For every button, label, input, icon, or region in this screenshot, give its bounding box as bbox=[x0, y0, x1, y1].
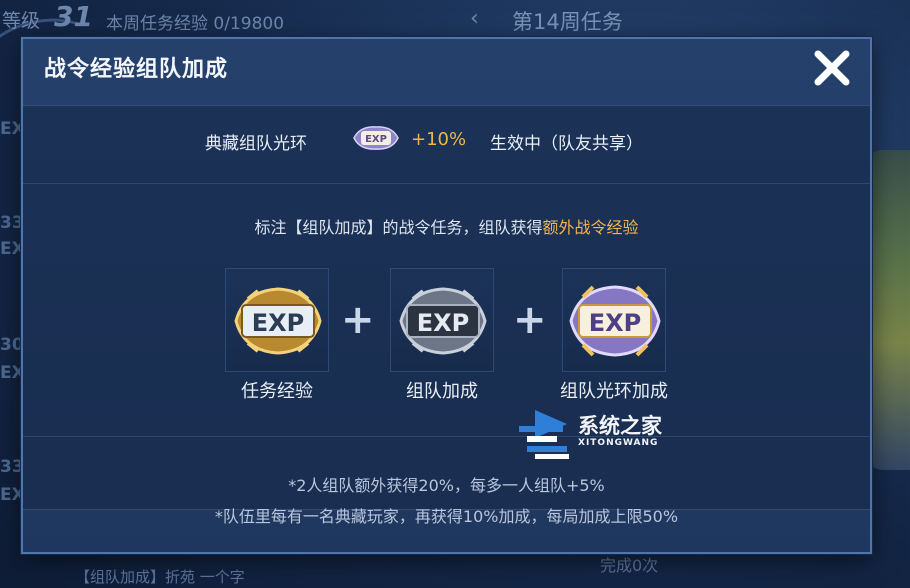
dialog-title: 战令经验组队加成 bbox=[44, 57, 229, 82]
background-level-label: 等级 bbox=[2, 10, 41, 32]
background-top-bar: 等级 31 本周任务经验 0/19800 ‹ 第14周任务 bbox=[0, 0, 910, 40]
background-weekly-exp: 本周任务经验 0/19800 bbox=[106, 14, 285, 34]
aura-bonus-percent: +10% bbox=[411, 129, 467, 150]
bonus-description: 标注【组队加成】的战令任务，组队获得额外战令经验 bbox=[23, 214, 870, 238]
legendary-exp-badge-icon: EXP bbox=[353, 126, 399, 150]
background-side-item: EX bbox=[0, 239, 25, 259]
close-button[interactable] bbox=[809, 45, 855, 91]
watermark-subtitle: XITONGWANG bbox=[578, 438, 659, 448]
silver-exp-badge-icon: EXP bbox=[399, 287, 487, 355]
aura-status-text: 生效中（队友共享） bbox=[490, 134, 643, 154]
gold-exp-badge-icon: EXP bbox=[234, 287, 322, 355]
exp-icon-text: EXP bbox=[252, 309, 305, 337]
team-bonus-dialog: 战令经验组队加成 典藏组队光环 EXP +10% 生效中（队友共享） 标注【组队… bbox=[21, 37, 872, 554]
exp-icon-text: EXP bbox=[589, 309, 642, 337]
exp-icon-text: EXP bbox=[417, 309, 470, 337]
team-exp-box: EXP bbox=[390, 268, 494, 372]
task-exp-box: EXP bbox=[225, 268, 329, 372]
plus-sign: + bbox=[513, 297, 547, 343]
background-side-item: EX bbox=[0, 119, 25, 139]
team-bonus-label: 组队加成 bbox=[406, 381, 478, 402]
chevron-left-icon[interactable]: ‹ bbox=[470, 6, 479, 31]
bonus-note: *2人组队额外获得20%，每多一人组队+5% bbox=[288, 476, 605, 495]
aura-label: 典藏组队光环 bbox=[205, 134, 307, 154]
aura-icon-text: EXP bbox=[365, 134, 387, 145]
aura-status-row: 典藏组队光环 EXP +10% 生效中（队友共享） bbox=[23, 122, 870, 154]
description-highlight: 额外战令经验 bbox=[542, 218, 639, 237]
legendary-exp-badge-icon: EXP bbox=[569, 285, 661, 357]
divider bbox=[23, 183, 870, 184]
description-text: 标注【组队加成】的战令任务，组队获得 bbox=[254, 218, 543, 237]
divider bbox=[23, 436, 870, 437]
background-side-item: EX bbox=[0, 363, 25, 383]
plus-sign: + bbox=[341, 297, 375, 343]
background-side-item: 30 bbox=[0, 335, 24, 355]
background-side-item: EX bbox=[0, 485, 25, 505]
background-bottom-text: 【组队加成】折苑 一个字 bbox=[75, 568, 245, 586]
close-icon[interactable] bbox=[809, 45, 855, 91]
watermark-title: 系统之家 bbox=[578, 414, 662, 438]
background-level-value: 31 bbox=[54, 0, 93, 33]
bonus-note: *队伍里每有一名典藏玩家，再获得10%加成，每局加成上限50% bbox=[214, 507, 679, 526]
aura-exp-box: EXP bbox=[562, 268, 666, 372]
background-character-art bbox=[868, 150, 910, 470]
background-side-item: 33 bbox=[0, 213, 24, 233]
background-week-title: 第14周任务 bbox=[512, 10, 623, 34]
aura-bonus-label: 组队光环加成 bbox=[560, 381, 668, 402]
background-side-item: 33 bbox=[0, 457, 24, 477]
background-done-text: 完成0次 bbox=[600, 556, 659, 575]
task-exp-label: 任务经验 bbox=[241, 381, 313, 402]
